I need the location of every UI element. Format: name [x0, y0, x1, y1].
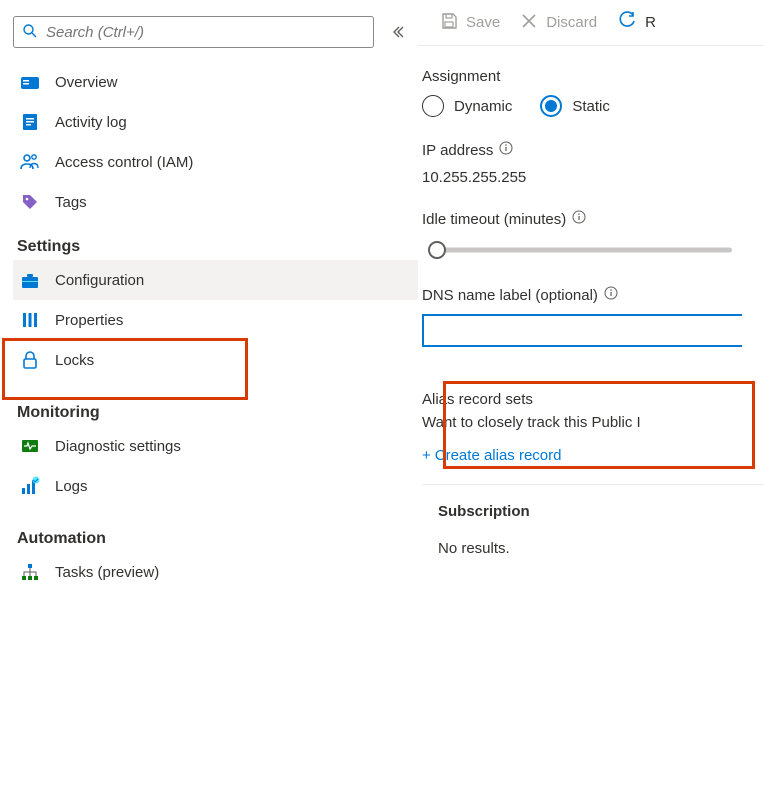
nav-label: Configuration [55, 272, 144, 289]
nav-label: Tags [55, 194, 87, 211]
save-icon [440, 12, 458, 34]
dns-group: DNS name label (optional) [422, 286, 764, 347]
create-alias-label: Create alias record [435, 447, 562, 464]
alias-description: Want to closely track this Public I [422, 414, 764, 431]
discard-icon [520, 12, 538, 34]
nav-label: Activity log [55, 114, 127, 131]
nav-tags[interactable]: Tags [13, 182, 418, 222]
section-automation: Automation [13, 530, 418, 548]
info-icon[interactable] [499, 141, 513, 159]
create-alias-link[interactable]: + Create alias record [422, 447, 764, 464]
radio-static[interactable]: Static [540, 95, 610, 117]
collapse-icon[interactable] [390, 24, 406, 40]
radio-icon [422, 95, 444, 117]
nav-properties[interactable]: Properties [13, 300, 418, 340]
search-box[interactable] [13, 16, 374, 48]
section-monitoring: Monitoring [13, 404, 418, 422]
idle-slider[interactable] [422, 238, 732, 262]
ip-label: IP address [422, 141, 764, 159]
info-icon[interactable] [604, 286, 618, 304]
idle-label: Idle timeout (minutes) [422, 210, 764, 228]
configuration-icon [19, 269, 41, 291]
properties-icon [19, 309, 41, 331]
ip-value: 10.255.255.255 [422, 169, 764, 186]
nav-iam[interactable]: Access control (IAM) [13, 142, 418, 182]
nav-label: Tasks (preview) [55, 564, 159, 581]
slider-track [434, 248, 732, 253]
save-button[interactable]: Save [432, 8, 508, 38]
search-input[interactable] [46, 24, 365, 41]
nav-activity-log[interactable]: Activity log [13, 102, 418, 142]
discard-button[interactable]: Discard [512, 8, 605, 38]
assignment-group: Assignment Dynamic Static [422, 68, 764, 117]
slider-thumb[interactable] [428, 241, 446, 259]
activity-log-icon [19, 111, 41, 133]
nav-label: Properties [55, 312, 123, 329]
assignment-label: Assignment [422, 68, 764, 85]
subscription-section: Subscription No results. [422, 484, 764, 557]
nav-locks[interactable]: Locks [13, 340, 418, 380]
refresh-label: R [645, 14, 656, 31]
subscription-label: Subscription [422, 503, 764, 520]
radio-dynamic[interactable]: Dynamic [422, 95, 512, 117]
info-icon[interactable] [572, 210, 586, 228]
nav-overview[interactable]: Overview [13, 62, 418, 102]
nav-label: Overview [55, 74, 118, 91]
overview-icon [19, 71, 41, 93]
no-results: No results. [422, 540, 764, 557]
sidebar: Overview Activity log Access control (IA… [0, 0, 418, 795]
radio-label: Static [572, 98, 610, 115]
radio-icon [540, 95, 562, 117]
nav-label: Logs [55, 478, 88, 495]
main-content: Save Discard R Assignment [418, 0, 764, 795]
ip-group: IP address 10.255.255.255 [422, 141, 764, 186]
nav-label: Access control (IAM) [55, 154, 193, 171]
section-settings: Settings [13, 238, 418, 256]
dns-label: DNS name label (optional) [422, 286, 764, 304]
refresh-button[interactable]: R [609, 7, 664, 39]
refresh-icon [617, 11, 637, 35]
search-icon [22, 23, 38, 42]
diagnostic-icon [19, 435, 41, 457]
idle-group: Idle timeout (minutes) [422, 210, 764, 262]
toolbar: Save Discard R [418, 0, 764, 46]
save-label: Save [466, 14, 500, 31]
tags-icon [19, 191, 41, 213]
iam-icon [19, 151, 41, 173]
nav-label: Diagnostic settings [55, 438, 181, 455]
locks-icon [19, 349, 41, 371]
plus-icon: + [422, 447, 431, 464]
tasks-icon [19, 561, 41, 583]
radio-label: Dynamic [454, 98, 512, 115]
dns-input[interactable] [422, 314, 742, 347]
nav-label: Locks [55, 352, 94, 369]
nav-diagnostic[interactable]: Diagnostic settings [13, 426, 418, 466]
nav-tasks[interactable]: Tasks (preview) [13, 552, 418, 592]
logs-icon [19, 475, 41, 497]
nav-logs[interactable]: Logs [13, 466, 418, 506]
discard-label: Discard [546, 14, 597, 31]
alias-heading: Alias record sets [422, 391, 764, 408]
nav-configuration[interactable]: Configuration [13, 260, 418, 300]
